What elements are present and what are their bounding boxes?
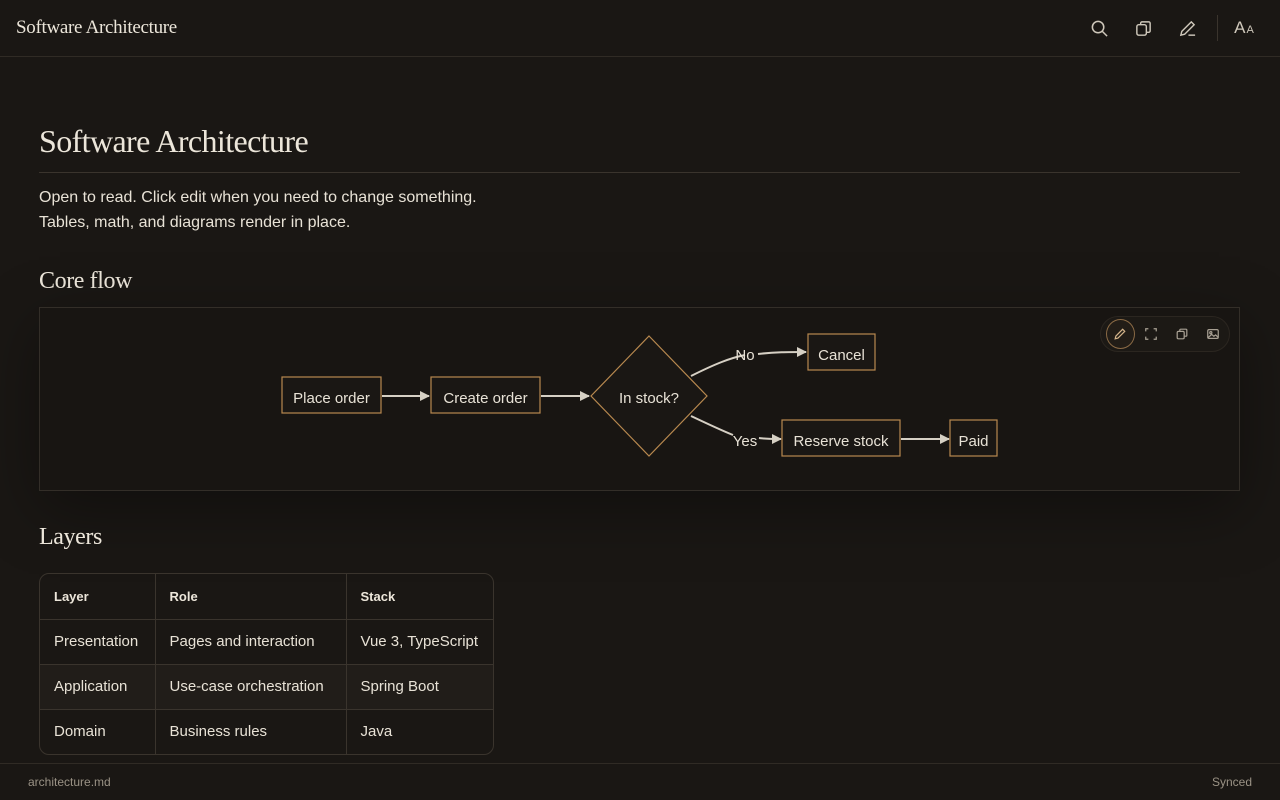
font-size-small-glyph: A [1246, 24, 1254, 36]
edge-label-yes: Yes [733, 433, 757, 450]
file-name: architecture.md [28, 775, 111, 789]
table-row: Presentation Pages and interaction Vue 3… [40, 619, 493, 665]
intro-line-1: Open to read. Click edit when you need t… [39, 189, 477, 206]
node-place-order-label: Place order [293, 390, 370, 407]
table-cell: Spring Boot [346, 664, 493, 710]
flow-diagram-canvas: Place order Create order In stock? Cance… [281, 333, 998, 457]
section-heading-layers: Layers [39, 524, 102, 550]
table-header-layer: Layer [40, 574, 156, 620]
section-heading-core-flow: Core flow [39, 268, 133, 294]
table-cell: Presentation [40, 619, 156, 665]
document-content: Software Architecture Open to read. Clic… [39, 57, 1240, 755]
pencil-icon[interactable] [1106, 319, 1135, 349]
node-paid-label: Paid [958, 433, 988, 450]
layers-table-grid: Layer Role Stack Presentation Pages and … [40, 574, 493, 754]
table-cell: Vue 3, TypeScript [346, 619, 493, 665]
edge-no-tail [757, 347, 807, 358]
node-create-order-label: Create order [443, 390, 527, 407]
status-bar: architecture.md Synced [0, 763, 1280, 800]
table-cell: Business rules [155, 709, 347, 754]
fullscreen-icon[interactable] [1137, 319, 1166, 349]
node-reserve-stock-label: Reserve stock [793, 433, 889, 450]
node-in-stock-label: In stock? [619, 390, 679, 407]
table-header-row: Layer Role Stack [40, 574, 493, 620]
image-icon[interactable] [1198, 319, 1227, 349]
font-size-large-glyph: A [1234, 18, 1246, 37]
intro-line-2: Tables, math, and diagrams render in pla… [39, 214, 351, 231]
copy-icon[interactable] [1121, 8, 1165, 48]
document-title: Software Architecture [39, 123, 1240, 173]
sync-status: Synced [1211, 775, 1252, 789]
font-size-icon[interactable]: AA [1224, 8, 1264, 48]
app-title: Software Architecture [16, 17, 177, 38]
search-icon[interactable] [1077, 8, 1121, 48]
toolbar: AA [1077, 8, 1264, 48]
table-header-stack: Stack [346, 574, 493, 620]
edge-yes-tail [758, 433, 782, 444]
table-cell: Use-case orchestration [155, 664, 347, 710]
top-bar: Software Architecture AA [0, 0, 1280, 57]
table-row: Domain Business rules Java [40, 709, 493, 754]
table-header-role: Role [155, 574, 347, 620]
toolbar-divider [1217, 15, 1218, 41]
table-cell: Domain [40, 709, 156, 754]
copy-icon[interactable] [1168, 319, 1197, 349]
node-cancel-label: Cancel [818, 347, 865, 364]
layers-table: Layer Role Stack Presentation Pages and … [39, 573, 494, 755]
table-cell: Application [40, 664, 156, 710]
flow-diagram: Place order Create order In stock? Cance… [39, 307, 1240, 491]
table-cell: Pages and interaction [155, 619, 347, 665]
table-row: Application Use-case orchestration Sprin… [40, 664, 493, 710]
table-cell: Java [360, 723, 393, 741]
diagram-toolbar [1100, 316, 1230, 352]
pencil-icon[interactable] [1165, 8, 1209, 48]
edge-yes [690, 415, 734, 436]
edge-label-no: No [735, 347, 754, 364]
